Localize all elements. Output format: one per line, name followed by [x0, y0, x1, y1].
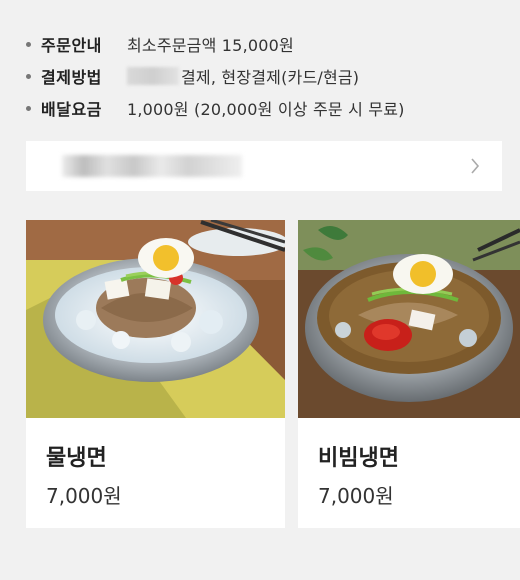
- payment-method-value: 결제, 현장결제(카드/현금): [181, 68, 360, 87]
- menu-card-bibim-naengmyeon[interactable]: 비빔냉면 7,000원: [298, 220, 520, 528]
- menu-price: 7,000원: [46, 484, 122, 508]
- bullet-icon: [26, 41, 31, 47]
- redacted-text: [127, 67, 179, 85]
- menu-price: 7,000원: [318, 484, 394, 508]
- menu-name: 물냉면: [46, 446, 107, 471]
- delivery-fee-value: 1,000원 (20,000원 이상 주문 시 무료): [127, 100, 405, 119]
- redacted-notice-text: [62, 155, 242, 177]
- menu-grid: 물냉면 7,000원 비빔냉면 7,000원: [26, 220, 520, 530]
- delivery-fee-label: 배달요금: [41, 100, 102, 119]
- chevron-right-icon: [466, 157, 484, 175]
- bullet-icon: [26, 105, 31, 111]
- menu-photo: [298, 220, 520, 418]
- menu-card-mul-naengmyeon[interactable]: 물냉면 7,000원: [26, 220, 285, 528]
- menu-photo: [26, 220, 285, 418]
- delivery-fee-row: 배달요금 1,000원 (20,000원 이상 주문 시 무료): [24, 92, 504, 124]
- store-info-list: 주문안내 최소주문금액 15,000원 결제방법 결제, 현장결제(카드/현금)…: [24, 28, 504, 124]
- bullet-icon: [26, 73, 31, 79]
- order-info-row: 주문안내 최소주문금액 15,000원: [24, 28, 504, 60]
- order-info-label: 주문안내: [41, 36, 102, 55]
- menu-name: 비빔냉면: [318, 446, 399, 471]
- payment-method-row: 결제방법 결제, 현장결제(카드/현금): [24, 60, 504, 92]
- notice-bar[interactable]: [26, 141, 502, 191]
- payment-method-label: 결제방법: [41, 68, 102, 87]
- order-info-value: 최소주문금액 15,000원: [127, 36, 294, 55]
